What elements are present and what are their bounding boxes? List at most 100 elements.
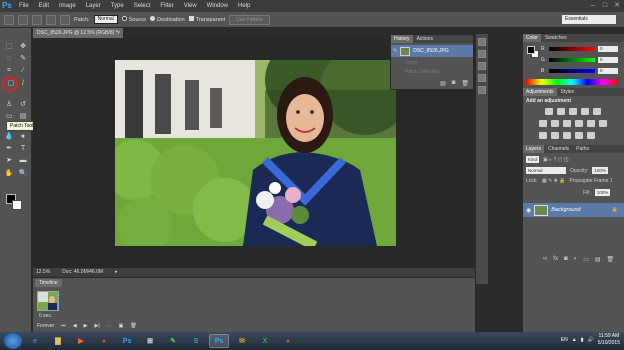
start-button[interactable] [4,333,22,349]
zoom-icon[interactable]: 🔍 [17,169,29,179]
folder-icon[interactable]: ▇ [48,334,68,348]
new-document-icon[interactable]: ▤ [440,80,446,87]
tab-actions[interactable]: Actions [414,35,436,43]
history-brush-icon[interactable]: ↺ [17,100,29,110]
subtract-selection-icon[interactable] [46,14,56,25]
network-icon[interactable]: ▮ [581,337,584,343]
background-color-swatch[interactable] [12,200,22,210]
loop-select[interactable]: Forever [37,323,54,329]
brush-panel-icon[interactable] [478,86,486,94]
posterize-icon[interactable] [551,132,559,139]
green-slider[interactable]: G 0 [541,56,621,64]
red-value[interactable]: 0 [598,46,618,52]
photo-filter-icon[interactable] [575,120,583,127]
trash-icon[interactable]: 🗑 [461,80,469,87]
new-layer-icon[interactable]: ▤ [595,256,601,263]
brightness-icon[interactable] [545,108,553,115]
actions-panel-icon[interactable] [478,50,486,58]
menu-filter[interactable]: Filter [155,0,178,12]
tab-layers[interactable]: Layers [523,145,545,153]
new-selection-icon[interactable] [18,14,28,25]
folder-icon[interactable]: ▭ [583,256,589,263]
transparent-checkbox[interactable]: Transparent [188,16,225,23]
lasso-icon[interactable]: ◌ [3,54,15,64]
prev-frame-icon[interactable]: ◀ [73,323,77,329]
menu-type[interactable]: Type [106,0,129,12]
crop-icon[interactable]: ⌗ [3,66,15,76]
menu-window[interactable]: Window [202,0,233,12]
photoshop-icon[interactable]: Ps [117,334,137,348]
channel-mixer-icon[interactable] [587,120,595,127]
lock-icons[interactable]: ▦ ✎ ✥ 🔒 [542,178,566,184]
menu-edit[interactable]: Edit [34,0,54,12]
tab-swatches[interactable]: Swatches [542,34,570,42]
tab-adjustments[interactable]: Adjustments [523,88,557,96]
fill-input[interactable]: 100% [594,189,611,196]
adjustment-layer-icon[interactable]: ◐ [574,256,578,263]
internet-explorer-icon[interactable]: e [25,334,45,348]
color-balance-icon[interactable] [551,120,559,127]
history-item-patch[interactable]: Patch Selection [405,69,440,75]
first-frame-icon[interactable]: ⏮ [61,323,66,329]
history-snapshot[interactable]: ✎ DSC_8526.JPG [391,45,473,57]
dodge-icon[interactable]: ● [17,132,29,142]
filter-kind-select[interactable]: Kind [526,156,540,163]
tab-paths[interactable]: Paths [573,145,592,153]
layer-background[interactable]: ◉ Background 🔒 [523,203,624,217]
lock-icon[interactable]: 🔒 [612,207,618,213]
brush-source-icon[interactable]: ✎ [393,48,397,54]
tab-color[interactable]: Color [523,34,541,42]
tool-preset-icon[interactable] [4,14,14,25]
info-panel-icon[interactable] [478,74,486,82]
destination-radio[interactable]: Destination [150,16,185,23]
document-tab[interactable]: DSC_8526.JPG @ 12.5% (RGB/8) * × [33,28,123,38]
propagate-frame-checkbox[interactable]: Propagate Frame 1 [569,178,612,184]
mask-icon[interactable]: ◙ [564,256,568,263]
filter-icons[interactable]: ▣ ◐ T ▢ ◫ [543,157,569,163]
blend-mode-select[interactable]: Normal [526,167,566,174]
foreground-color-chip[interactable] [527,46,535,54]
frame-delay[interactable]: 0 sec. [39,313,52,319]
clone-stamp-icon[interactable]: ♙ [3,100,15,110]
minimize-button[interactable]: – [588,1,598,10]
menu-image[interactable]: Image [54,0,81,12]
next-frame-icon[interactable]: ▶| [94,323,99,329]
fx-icon[interactable]: fx [553,256,558,263]
marquee-icon[interactable]: ⬚ [3,42,15,52]
pen-app-icon[interactable]: ✎ [163,334,183,348]
play-icon[interactable]: ▶ [84,323,88,329]
menu-help[interactable]: Help [233,0,255,12]
trash-icon[interactable]: 🗑 [607,256,615,263]
hue-saturation-icon[interactable] [539,120,547,127]
eyedropper-icon[interactable]: ⁄ [17,66,29,76]
use-pattern-button[interactable]: Use Pattern [229,14,270,25]
clock[interactable]: 11:59 AM 5/10/2015 [598,333,620,347]
invert-icon[interactable] [539,132,547,139]
tab-history[interactable]: History [391,35,413,43]
close-icon[interactable]: × [117,28,120,38]
properties-panel-icon[interactable] [478,62,486,70]
menu-view[interactable]: View [179,0,202,12]
link-icon[interactable]: ∞ [543,256,547,263]
quick-select-icon[interactable]: ✎ [17,54,29,64]
brush-icon[interactable]: / [17,79,29,89]
exposure-icon[interactable] [581,108,589,115]
zoom-level[interactable]: 12.5% [36,268,50,277]
add-selection-icon[interactable] [32,14,42,25]
layer-name[interactable]: Background [551,207,580,213]
levels-icon[interactable] [557,108,565,115]
maximize-button[interactable]: □ [600,1,610,10]
color-spectrum[interactable] [526,79,618,85]
status-menu-arrow-icon[interactable]: ▸ [115,268,118,277]
patch-mode-select[interactable]: Normal [93,15,118,24]
tab-channels[interactable]: Channels [545,145,572,153]
gradient-map-icon[interactable] [575,132,583,139]
chrome-2-icon[interactable]: ● [278,334,298,348]
timeline-tab[interactable]: Timeline [35,279,62,287]
opacity-input[interactable]: 100% [592,167,608,174]
tray-arrow-icon[interactable]: ▲ [572,337,577,343]
excel-icon[interactable]: X [255,334,275,348]
black-white-icon[interactable] [563,120,571,127]
photoshop-running-icon[interactable]: Ps [209,334,229,348]
green-value[interactable]: 0 [598,57,618,63]
